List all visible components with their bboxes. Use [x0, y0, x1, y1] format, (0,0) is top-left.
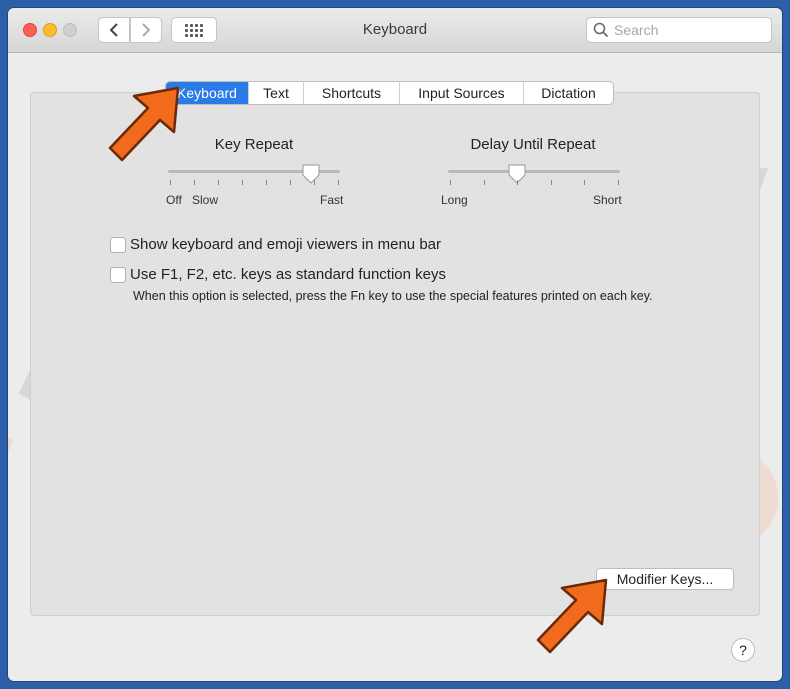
slider-tick — [194, 180, 195, 185]
slider-tick — [550, 180, 552, 185]
key-repeat-label: Key Repeat — [214, 136, 294, 153]
slider-tick — [266, 180, 267, 185]
key-repeat-fast-label: Fast — [320, 193, 344, 207]
search-field[interactable]: Search — [586, 17, 772, 43]
slider-tick — [450, 180, 451, 185]
fn-keys-checkbox[interactable] — [110, 267, 126, 283]
slider-tick — [170, 180, 171, 185]
fn-keys-note: When this option is selected, press the … — [133, 289, 653, 303]
slider-tick — [218, 180, 219, 185]
slider-tick — [584, 180, 586, 185]
title-bar: Keyboard Search — [8, 8, 782, 53]
tab-text[interactable]: Text — [248, 82, 303, 104]
help-button[interactable]: ? — [731, 638, 755, 662]
slider-tick — [618, 180, 619, 185]
tab-input-sources[interactable]: Input Sources — [399, 82, 523, 104]
slider-tick — [483, 180, 485, 185]
tab-dictation[interactable]: Dictation — [523, 82, 613, 104]
tab-keyboard[interactable]: Keyboard — [166, 82, 248, 104]
keyboard-preferences-window: Keyboard Search Keyboard Text Shortcuts … — [8, 8, 782, 681]
key-repeat-slider-thumb[interactable] — [302, 164, 320, 184]
search-icon — [593, 22, 609, 38]
slider-tick — [242, 180, 243, 185]
key-repeat-slow-label: Slow — [192, 193, 219, 207]
show-viewers-label: Show keyboard and emoji viewers in menu … — [130, 236, 441, 253]
delay-until-repeat-slider[interactable] — [448, 170, 620, 173]
tab-bar: Keyboard Text Shortcuts Input Sources Di… — [165, 81, 614, 105]
delay-short-label: Short — [593, 193, 622, 207]
tab-shortcuts[interactable]: Shortcuts — [303, 82, 399, 104]
slider-tick — [314, 180, 315, 185]
show-viewers-checkbox[interactable] — [110, 237, 126, 253]
slider-tick — [338, 180, 339, 185]
fn-keys-label: Use F1, F2, etc. keys as standard functi… — [130, 266, 446, 283]
search-placeholder: Search — [614, 22, 659, 38]
keyboard-pane — [30, 92, 760, 616]
modifier-keys-button[interactable]: Modifier Keys... — [596, 568, 734, 590]
delay-until-repeat-label: Delay Until Repeat — [470, 136, 596, 153]
slider-tick — [290, 180, 291, 185]
slider-tick — [517, 180, 519, 185]
key-repeat-off-label: Off — [166, 193, 182, 207]
delay-long-label: Long — [441, 193, 468, 207]
